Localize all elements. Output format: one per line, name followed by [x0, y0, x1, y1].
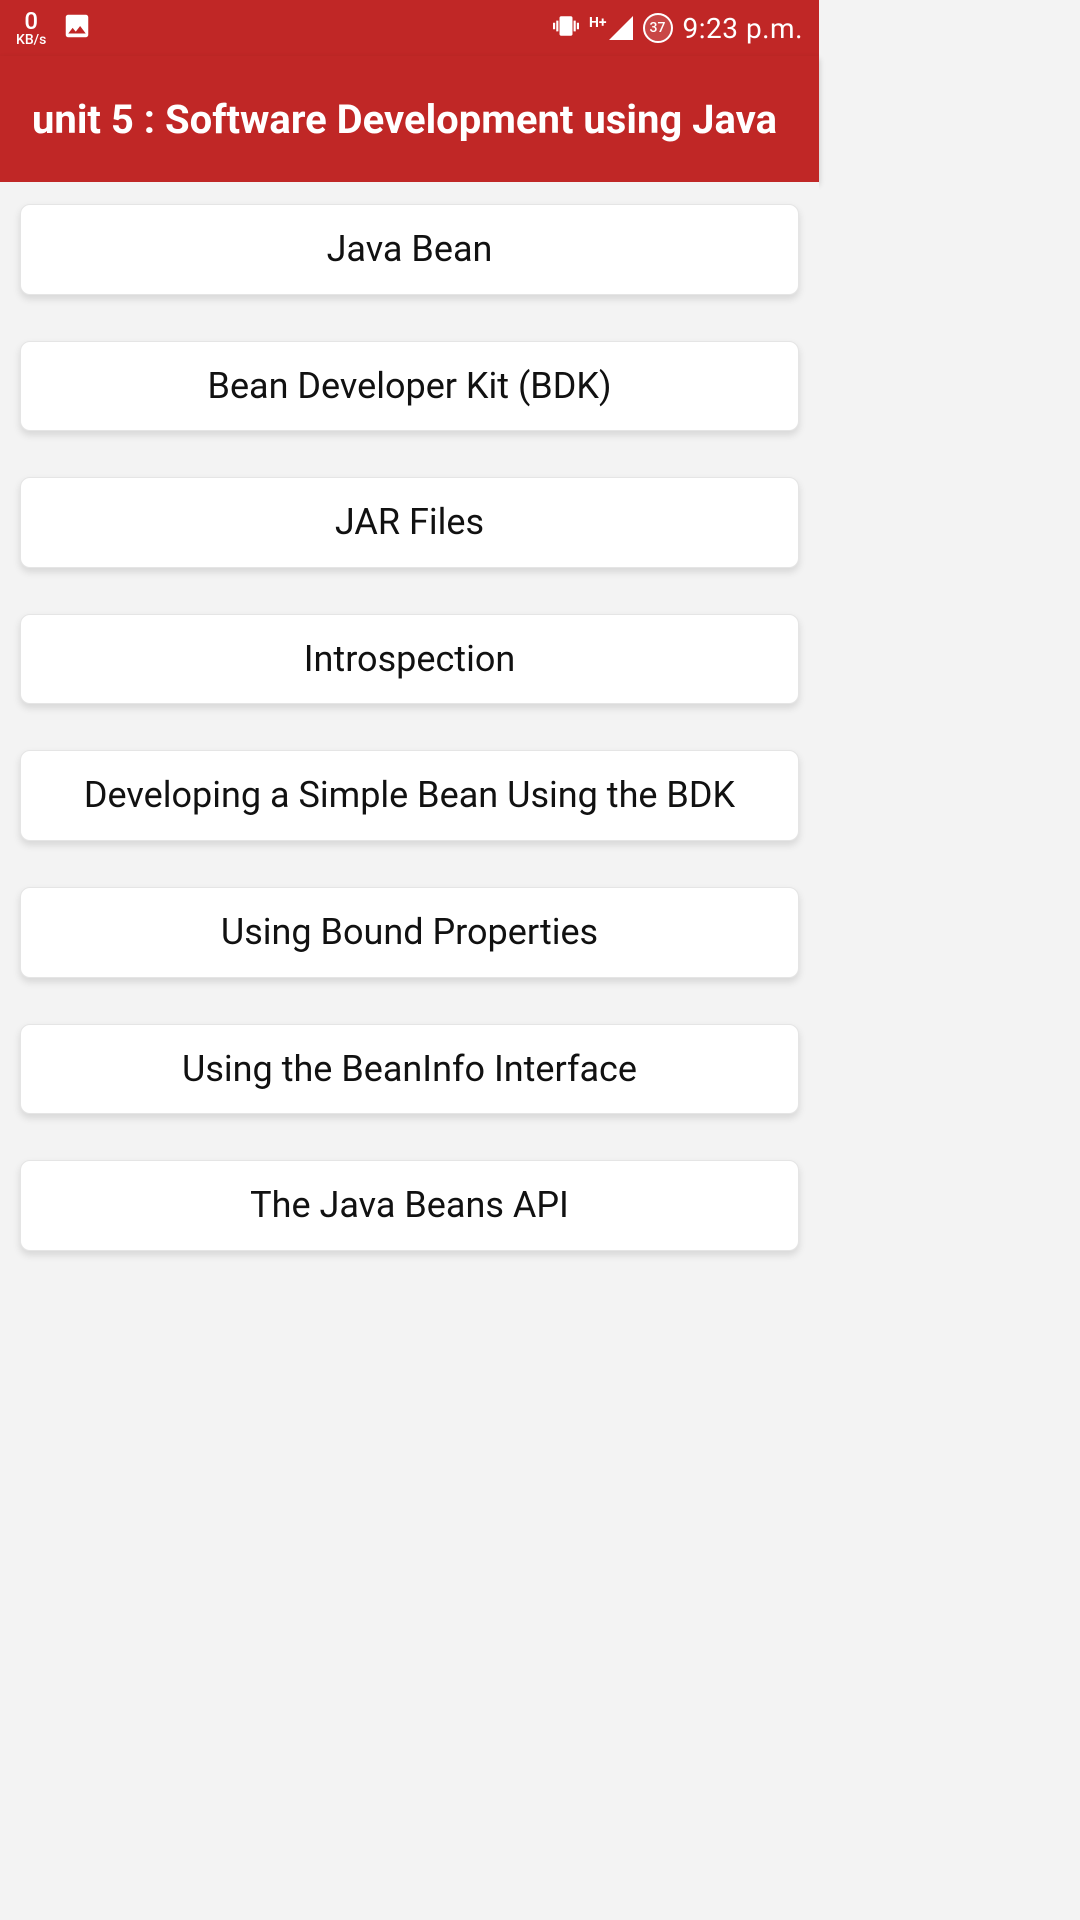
- topic-list: Java Bean Bean Developer Kit (BDK) JAR F…: [0, 182, 819, 1273]
- topic-button-bound-properties[interactable]: Using Bound Properties: [20, 887, 799, 978]
- status-left: 0 KB/s: [16, 9, 92, 47]
- status-bar: 0 KB/s H+ 37 9:23 p.m.: [0, 0, 819, 56]
- signal-triangle-icon: [609, 16, 633, 40]
- battery-percent: 37: [650, 20, 666, 36]
- topic-button-developing-simple-bean[interactable]: Developing a Simple Bean Using the BDK: [20, 750, 799, 841]
- topic-button-bdk[interactable]: Bean Developer Kit (BDK): [20, 341, 799, 432]
- topic-button-beaninfo-interface[interactable]: Using the BeanInfo Interface: [20, 1024, 799, 1115]
- topic-button-introspection[interactable]: Introspection: [20, 614, 799, 705]
- clock: 9:23 p.m.: [683, 12, 803, 45]
- status-right: H+ 37 9:23 p.m.: [553, 12, 803, 45]
- app-bar: unit 5 : Software Development using Java: [0, 56, 819, 182]
- page-title: unit 5 : Software Development using Java: [32, 96, 787, 143]
- battery-indicator: 37: [643, 13, 673, 43]
- photo-icon: [62, 11, 92, 45]
- network-type-label: H+: [589, 16, 607, 30]
- topic-button-jar-files[interactable]: JAR Files: [20, 477, 799, 568]
- vibrate-icon: [553, 13, 579, 43]
- network-speed-indicator: 0 KB/s: [16, 9, 46, 47]
- signal-indicator: H+: [589, 16, 633, 40]
- topic-button-java-bean[interactable]: Java Bean: [20, 204, 799, 295]
- speed-unit: KB/s: [16, 33, 46, 47]
- topic-button-java-beans-api[interactable]: The Java Beans API: [20, 1160, 799, 1251]
- speed-value: 0: [24, 9, 38, 33]
